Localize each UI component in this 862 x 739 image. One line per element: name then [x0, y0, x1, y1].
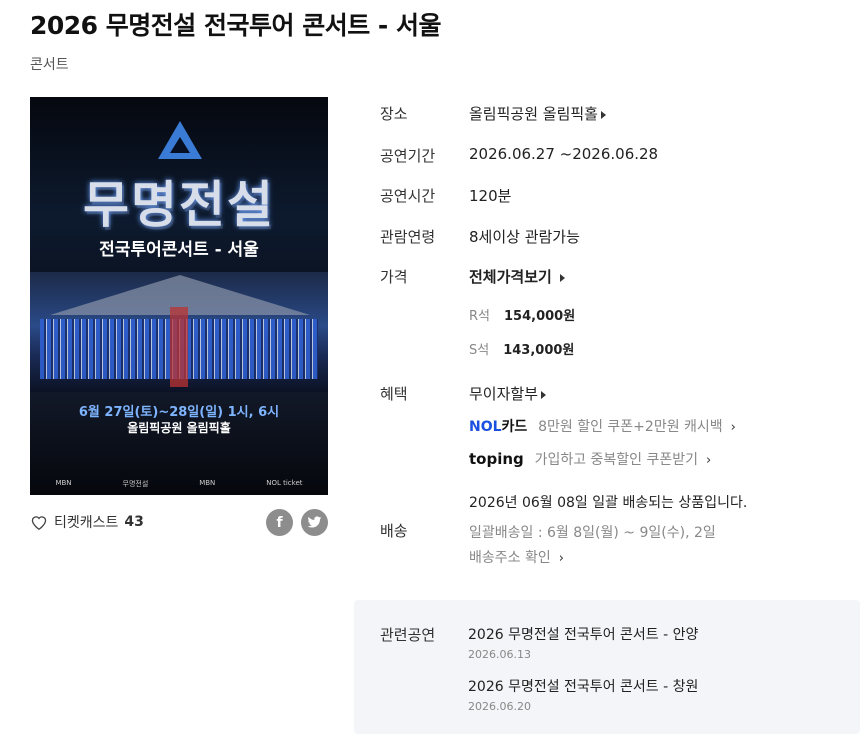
delivery-label: 배송	[380, 522, 408, 540]
seat-price: 154,000원	[504, 309, 576, 324]
chevron-right-icon: ›	[730, 420, 736, 435]
poster-logo-text: 무명전설	[83, 176, 275, 234]
age-value: 8세이상 관람가능	[469, 228, 580, 246]
facebook-icon: f	[276, 514, 283, 531]
like-button[interactable]: 티켓캐스트 43	[30, 512, 144, 532]
delivery-notice: 2026년 06월 08일 일괄 배송되는 상품입니다.	[469, 495, 748, 511]
poster-subtitle: 전국투어콘서트 - 서울	[99, 240, 259, 260]
runtime-label: 공연시간	[380, 187, 436, 205]
poster-sponsors: MBN 무명전설 MBN NOL ticket	[55, 479, 303, 488]
installment-value: 무이자할부	[469, 385, 539, 403]
price-all-button[interactable]: 전체가격보기	[469, 266, 565, 287]
twitter-icon	[307, 516, 322, 528]
genre-label: 콘서트	[30, 57, 69, 73]
period-label: 공연기간	[380, 147, 436, 165]
price-label: 가격	[380, 268, 408, 286]
price-row: S석 143,000원	[469, 339, 574, 358]
like-label: 티켓캐스트	[54, 515, 119, 531]
venue-value: 올림픽공원 올림픽홀	[469, 105, 598, 123]
runtime-value: 120분	[469, 187, 512, 205]
benefit-label: 혜택	[380, 385, 408, 403]
chevron-right-icon: ›	[558, 551, 564, 566]
age-label: 관람연령	[380, 228, 436, 246]
period-value: 2026.06.27 ~2026.06.28	[469, 145, 659, 163]
toping-benefit-text: 가입하고 중복할인 쿠폰받기	[534, 452, 699, 468]
like-count: 43	[124, 514, 144, 530]
poster-image: 무명전설 전국투어콘서트 - 서울 6월 27일(토)~28일(일) 1시, 6…	[30, 97, 328, 495]
toping-benefit[interactable]: toping 가입하고 중복할인 쿠폰받기 ›	[469, 449, 711, 469]
related-shows-panel: 관련공연 2026 무명전설 전국투어 콘서트 - 안양 2026.06.13 …	[354, 600, 860, 734]
caret-right-icon	[600, 110, 606, 119]
nol-benefit-text: 8만원 할인 쿠폰+2만원 캐시백	[538, 419, 723, 435]
delivery-date: 일괄배송일 : 6월 8일(월) ~ 9일(수), 2일	[469, 525, 716, 541]
venue-label: 장소	[380, 105, 408, 123]
caret-right-icon	[541, 390, 547, 399]
nol-card-benefit[interactable]: NOL카드 8만원 할인 쿠폰+2만원 캐시백 ›	[469, 416, 736, 436]
venue-link[interactable]: 올림픽공원 올림픽홀	[469, 103, 606, 124]
facebook-share-button[interactable]: f	[266, 509, 293, 536]
related-show-date: 2026.06.20	[468, 700, 531, 713]
related-show-link[interactable]: 2026 무명전설 전국투어 콘서트 - 창원	[468, 676, 698, 696]
seat-price: 143,000원	[503, 343, 575, 358]
delivery-address-label: 배송주소 확인	[469, 550, 551, 566]
seat-grade: S석	[469, 343, 490, 358]
price-all-label: 전체가격보기	[469, 268, 552, 286]
installment-link[interactable]: 무이자할부	[469, 383, 547, 404]
seat-grade: R석	[469, 309, 490, 324]
related-show-date: 2026.06.13	[468, 648, 531, 661]
chevron-right-icon: ›	[706, 453, 712, 468]
poster-venue: 올림픽공원 올림픽홀	[127, 421, 231, 435]
toping-logo: toping	[469, 450, 524, 468]
twitter-share-button[interactable]	[301, 509, 328, 536]
delivery-address-link[interactable]: 배송주소 확인 ›	[469, 547, 564, 567]
related-show-link[interactable]: 2026 무명전설 전국투어 콘서트 - 안양	[468, 624, 698, 644]
nol-card-logo: NOL카드	[469, 419, 528, 435]
heart-icon	[31, 516, 47, 530]
price-row: R석 154,000원	[469, 305, 575, 324]
related-label: 관련공연	[380, 626, 436, 644]
caret-right-icon	[559, 273, 565, 282]
poster-date: 6월 27일(토)~28일(일) 1시, 6시	[78, 405, 280, 420]
page-title: 2026 무명전설 전국투어 콘서트 - 서울	[30, 11, 441, 40]
